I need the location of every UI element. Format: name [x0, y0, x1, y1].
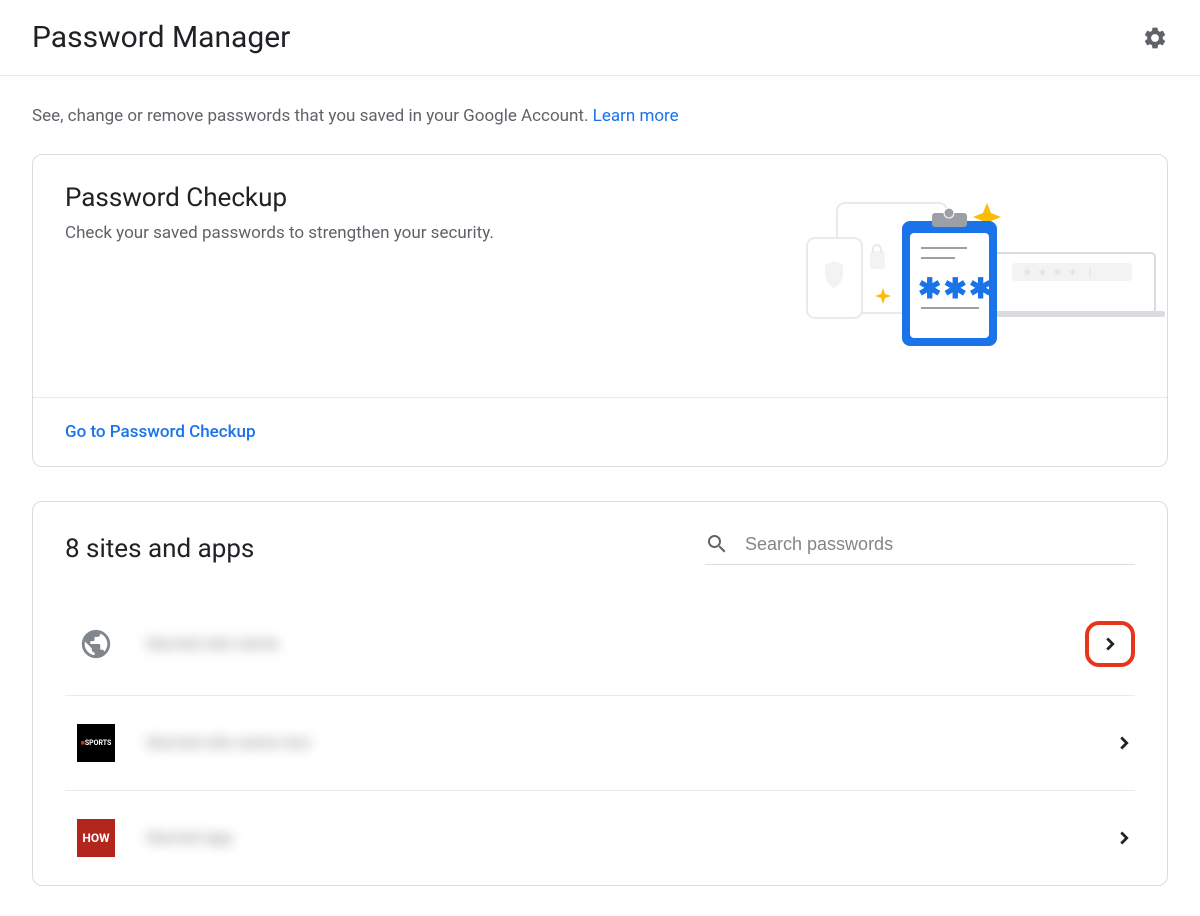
chevron-right-icon: [1099, 633, 1121, 655]
site-favicon: HOW: [77, 819, 115, 857]
gear-icon[interactable]: [1142, 25, 1168, 51]
sites-count-title: 8 sites and apps: [65, 534, 254, 564]
site-row[interactable]: blurred site name: [65, 593, 1135, 696]
search-input[interactable]: [745, 534, 1135, 555]
go-to-checkup-link[interactable]: Go to Password Checkup: [65, 422, 256, 442]
checkup-illustration: ＊＊＊＊ |: [737, 183, 1167, 367]
checkup-subtitle: Check your saved passwords to strengthen…: [65, 223, 494, 243]
search-passwords[interactable]: [705, 532, 1135, 565]
annotation-highlight: [1085, 621, 1135, 667]
intro-description: See, change or remove passwords that you…: [32, 106, 593, 126]
learn-more-link[interactable]: Learn more: [593, 106, 679, 126]
site-name: blurred site name two: [147, 733, 1113, 753]
site-favicon: ■SPORTS: [77, 724, 115, 762]
password-checkup-card: Password Checkup Check your saved passwo…: [32, 154, 1168, 467]
site-row[interactable]: HOW blurred app: [65, 791, 1135, 885]
site-row[interactable]: ■SPORTS blurred site name two: [65, 696, 1135, 791]
checkup-title: Password Checkup: [65, 183, 494, 213]
globe-icon: [77, 625, 115, 663]
intro-text: See, change or remove passwords that you…: [32, 106, 1168, 126]
page-title: Password Manager: [32, 20, 290, 55]
chevron-right-icon: [1113, 732, 1135, 754]
svg-text:✱✱✱: ✱✱✱: [918, 272, 994, 305]
search-icon: [705, 532, 729, 556]
header: Password Manager: [0, 0, 1200, 76]
chevron-right-icon: [1113, 827, 1135, 849]
sites-card: 8 sites and apps blurred site name ■SPOR…: [32, 501, 1168, 886]
site-name: blurred site name: [147, 634, 1085, 654]
svg-text:＊＊＊＊ |: ＊＊＊＊ |: [1022, 266, 1095, 279]
site-name: blurred app: [147, 828, 1113, 848]
